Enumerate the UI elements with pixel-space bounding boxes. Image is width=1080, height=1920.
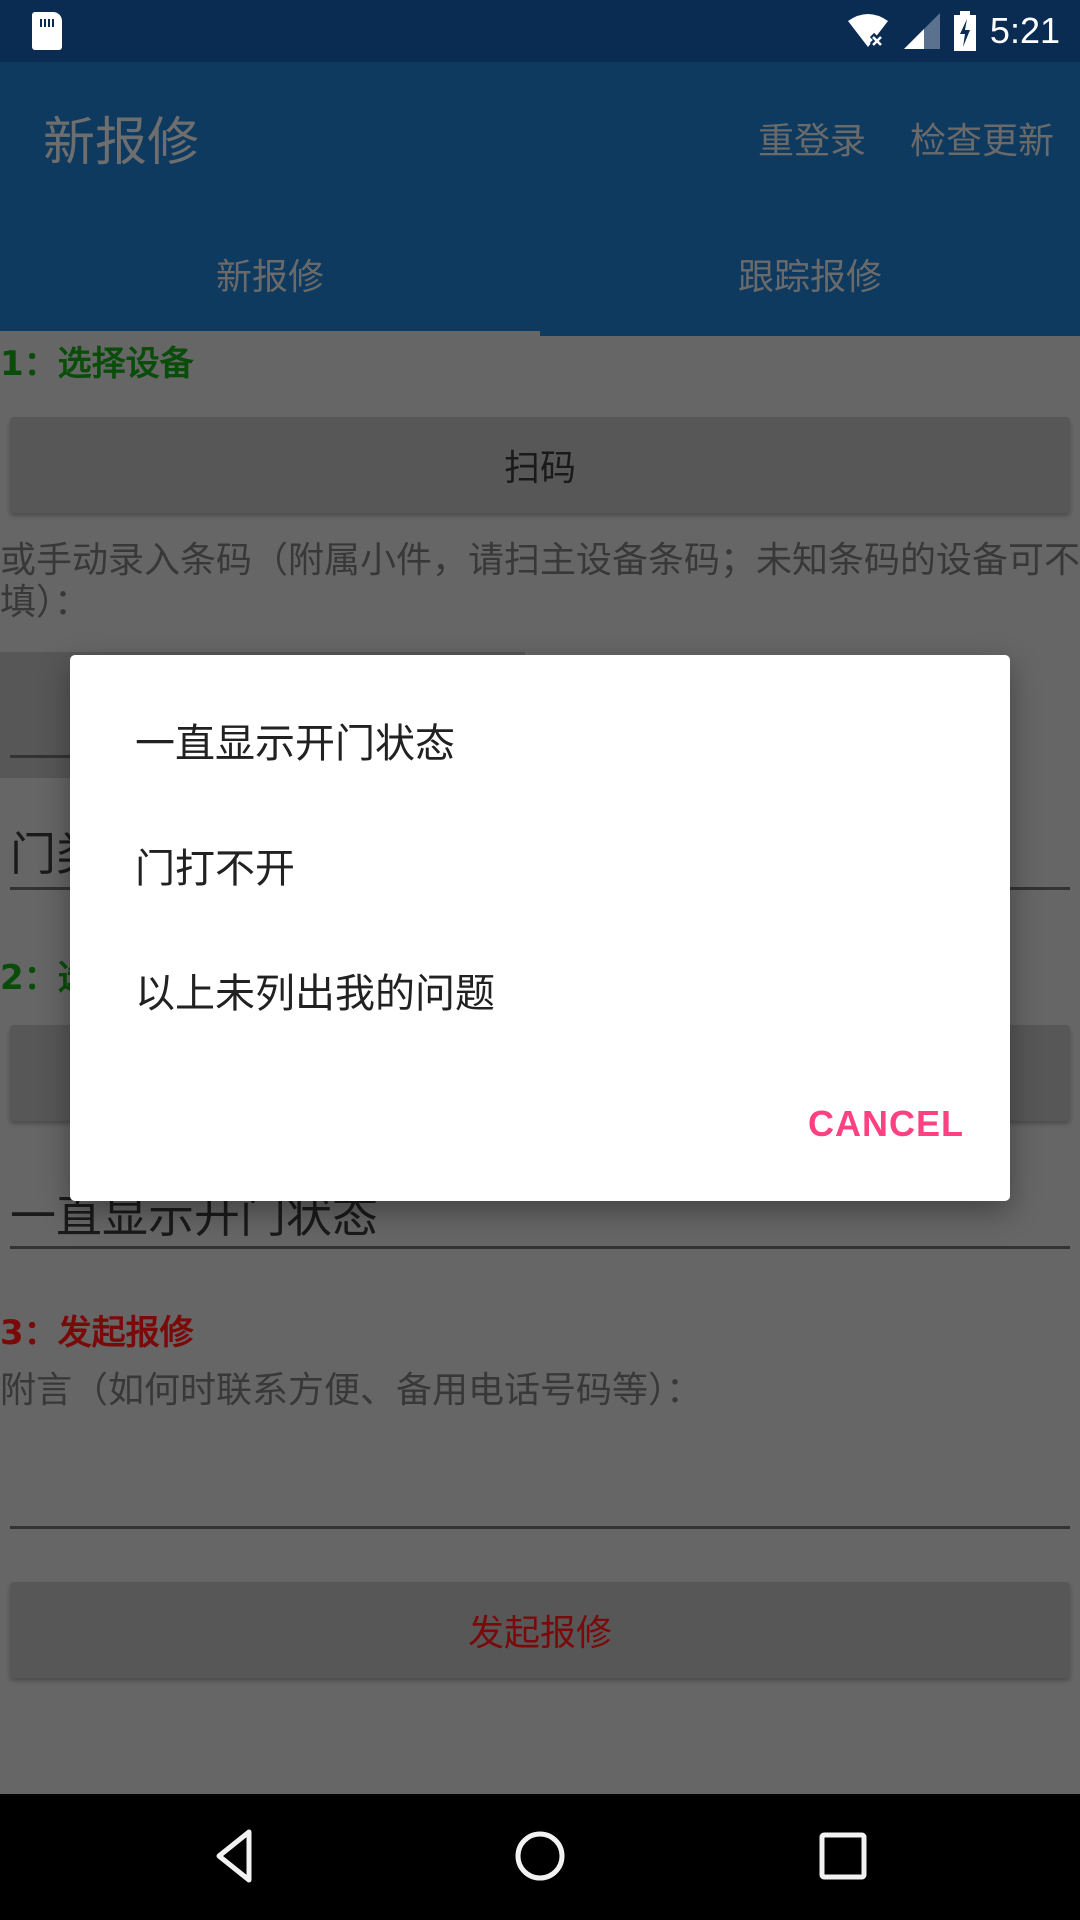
problem-select-dialog: 一直显示开门状态 门打不开 以上未列出我的问题 CANCEL (70, 655, 1010, 1201)
status-bar: 5:21 (0, 0, 1080, 62)
navigation-bar (0, 1794, 1080, 1920)
manual-barcode-hint: 或手动录入条码（附属小件，请扫主设备条码；未知条码的设备可不填）： (0, 540, 1080, 623)
dialog-option[interactable]: 以上未列出我的问题 (135, 940, 955, 1040)
home-icon[interactable] (510, 1826, 570, 1886)
battery-charging-icon (953, 11, 976, 51)
page-title: 新报修 (43, 113, 200, 173)
check-update-menu-item[interactable]: 检查更新 (910, 112, 1054, 164)
status-icons: 5:21 (846, 0, 1060, 62)
cell-signal-icon (903, 13, 940, 49)
dialog-option[interactable]: 一直显示开门状态 (135, 690, 955, 790)
clock: 5:21 (989, 10, 1060, 51)
problem-spinner-underline (10, 1246, 1070, 1249)
recents-icon[interactable] (813, 1826, 873, 1886)
back-icon[interactable] (207, 1826, 267, 1886)
note-input[interactable] (10, 1440, 1070, 1528)
note-hint: 附言（如何时联系方便、备用电话号码等）： (0, 1370, 703, 1411)
scan-button[interactable]: 扫码 (10, 417, 1070, 513)
step1-heading: 1：选择设备 (0, 344, 194, 384)
submit-repair-button[interactable]: 发起报修 (10, 1582, 1070, 1678)
cancel-button[interactable]: CANCEL (808, 1103, 964, 1145)
scan-button-label: 扫码 (503, 448, 576, 489)
dialog-option[interactable]: 门打不开 (135, 815, 955, 915)
submit-repair-label: 发起报修 (467, 1613, 612, 1654)
relogin-menu-item[interactable]: 重登录 (758, 112, 866, 164)
sd-card-icon (32, 12, 62, 50)
step3-heading: 3：发起报修 (0, 1313, 194, 1353)
note-input-underline (10, 1526, 1070, 1529)
wifi-off-icon (847, 14, 888, 48)
tab-new-repair[interactable]: 新报修 (0, 248, 540, 300)
tab-track-repair[interactable]: 跟踪报修 (540, 248, 1080, 300)
